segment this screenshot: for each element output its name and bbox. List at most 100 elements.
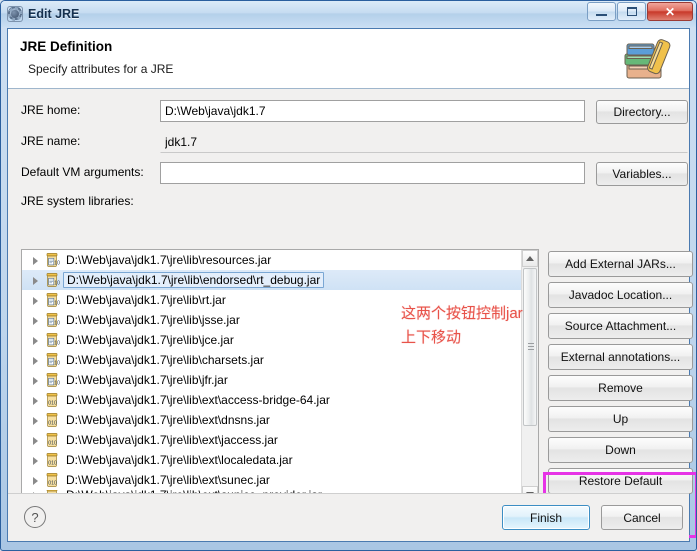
expand-arrow-icon[interactable] [30,394,42,406]
jre-home-input[interactable] [160,100,585,122]
help-icon[interactable]: ? [24,506,46,528]
jre-system-libraries-tree[interactable]: 10 D:\Web\java\jdk1.7\jre\lib\resources.j… [21,249,539,504]
expand-arrow-icon[interactable] [30,254,42,266]
scrollbar-up-button[interactable] [522,250,538,267]
jar-icon: 010 [44,472,60,488]
up-button[interactable]: Up [548,406,693,432]
svg-text:010: 010 [48,420,57,426]
edit-jre-window: Edit JRE ✕ JRE Definition Specify attrib… [0,0,697,551]
expand-arrow-icon[interactable] [30,334,42,346]
library-path-label: D:\Web\java\jdk1.7\jre\lib\ext\sunec.jar [66,473,270,487]
maximize-icon [626,7,637,16]
add-external-jars-button[interactable]: Add External JARs... [548,251,693,277]
directory-button[interactable]: Directory... [596,100,688,124]
library-path-label: D:\Web\java\jdk1.7\jre\lib\charsets.jar [66,353,264,367]
library-path-label: D:\Web\java\jdk1.7\jre\lib\rt.jar [66,293,226,307]
annotation-text: 这两个按钮控制jar 上下移动 [401,305,523,346]
jar-page-icon: 10 [44,312,60,328]
expand-arrow-icon[interactable] [30,374,42,386]
table-row[interactable]: 010 D:\Web\java\jdk1.7\jre\lib\ext\access… [22,390,521,410]
library-path-label: D:\Web\java\jdk1.7\jre\lib\jsse.jar [66,313,240,327]
vm-arguments-input[interactable] [160,162,585,184]
expand-arrow-icon[interactable] [30,434,42,446]
tree-rows-container: 10 D:\Web\java\jdk1.7\jre\lib\resources.j… [22,250,521,503]
jar-page-icon: 10 [44,332,60,348]
dialog-header: JRE Definition Specify attributes for a … [8,29,689,89]
source-attachment-button[interactable]: Source Attachment... [548,313,693,339]
expand-arrow-icon[interactable] [30,354,42,366]
library-actions-column: Add External JARs... Javadoc Location... S… [548,251,693,499]
table-row[interactable]: 10 D:\Web\java\jdk1.7\jre\lib\resources.j… [22,250,521,270]
form-area: JRE home: Directory... JRE name: Default… [8,90,696,541]
close-button[interactable]: ✕ [647,2,693,21]
expand-arrow-icon[interactable] [30,294,42,306]
svg-text:10: 10 [54,341,60,347]
table-row[interactable]: 010 D:\Web\java\jdk1.7\jre\lib\ext\dnsns.… [22,410,521,430]
expand-arrow-icon[interactable] [30,474,42,486]
jar-page-icon: 10 [44,292,60,308]
minimize-button[interactable] [587,2,616,21]
books-stack-icon [624,39,671,79]
svg-text:10: 10 [54,301,60,307]
jre-name-row: JRE name: [8,131,689,153]
svg-text:010: 010 [48,400,57,406]
jre-system-libraries-label: JRE system libraries: [21,194,134,208]
library-path-label: D:\Web\java\jdk1.7\jre\lib\ext\access-br… [66,393,330,407]
library-path-label: D:\Web\java\jdk1.7\jre\lib\ext\localedat… [66,453,293,467]
jre-gear-icon [7,6,23,22]
table-row[interactable]: 010 D:\Web\java\jdk1.7\jre\lib\ext\jacces… [22,430,521,450]
jar-icon: 010 [44,432,60,448]
table-row[interactable]: 10 D:\Web\java\jdk1.7\jre\lib\jfr.jar [22,370,521,390]
library-path-label: D:\Web\java\jdk1.7\jre\lib\resources.jar [66,253,272,267]
scroll-up-arrow-icon [526,256,534,261]
svg-text:10: 10 [54,381,60,387]
svg-text:010: 010 [48,440,57,446]
vm-arguments-label: Default VM arguments: [21,165,144,179]
svg-text:10: 10 [54,361,60,367]
table-row[interactable]: 10 D:\Web\java\jdk1.7\jre\lib\endorsed\rt… [22,270,521,290]
svg-text:10: 10 [54,281,60,287]
javadoc-location-button[interactable]: Javadoc Location... [548,282,693,308]
table-row[interactable]: 010 D:\Web\java\jdk1.7\jre\lib\ext\locale… [22,450,521,470]
down-button[interactable]: Down [548,437,693,463]
minimize-icon [596,13,607,16]
jar-icon: 010 [44,412,60,428]
expand-arrow-icon[interactable] [30,314,42,326]
window-controls: ✕ [587,2,693,21]
jar-page-icon: 10 [44,272,60,288]
svg-text:10: 10 [54,261,60,267]
jre-name-input[interactable] [160,131,688,153]
dialog-footer: ? Finish Cancel [8,493,689,541]
restore-default-button[interactable]: Restore Default [548,468,693,494]
jar-page-icon: 10 [44,252,60,268]
page-subtitle: Specify attributes for a JRE [28,62,174,76]
variables-button[interactable]: Variables... [596,162,688,186]
page-title: JRE Definition [20,39,113,54]
cancel-button[interactable]: Cancel [601,505,683,530]
library-path-label: D:\Web\java\jdk1.7\jre\lib\jfr.jar [66,373,228,387]
title-bar[interactable]: Edit JRE ✕ [1,1,696,27]
library-path-label: D:\Web\java\jdk1.7\jre\lib\ext\jaccess.j… [66,433,278,447]
library-path-label: D:\Web\java\jdk1.7\jre\lib\endorsed\rt_d… [63,272,325,288]
remove-button[interactable]: Remove [548,375,693,401]
jar-icon: 010 [44,392,60,408]
expand-arrow-icon[interactable] [30,274,42,286]
library-path-label: D:\Web\java\jdk1.7\jre\lib\jce.jar [66,333,234,347]
expand-arrow-icon[interactable] [30,414,42,426]
table-row[interactable]: 010 D:\Web\java\jdk1.7\jre\lib\ext\sunec.… [22,470,521,490]
jre-home-label: JRE home: [21,103,81,117]
maximize-button[interactable] [617,2,646,21]
expand-arrow-icon[interactable] [30,454,42,466]
scrollbar-thumb[interactable] [523,268,537,426]
vm-arguments-row: Default VM arguments: Variables... [8,162,689,186]
svg-text:010: 010 [48,480,57,486]
tree-scrollbar[interactable] [521,250,538,503]
finish-button[interactable]: Finish [502,505,590,530]
jre-home-row: JRE home: Directory... [8,100,689,124]
external-annotations-button[interactable]: External annotations... [548,344,693,370]
svg-text:010: 010 [48,460,57,466]
svg-text:10: 10 [54,321,60,327]
jre-name-label: JRE name: [21,134,81,148]
table-row[interactable]: 10 D:\Web\java\jdk1.7\jre\lib\charsets.ja… [22,350,521,370]
window-title: Edit JRE [28,7,80,21]
